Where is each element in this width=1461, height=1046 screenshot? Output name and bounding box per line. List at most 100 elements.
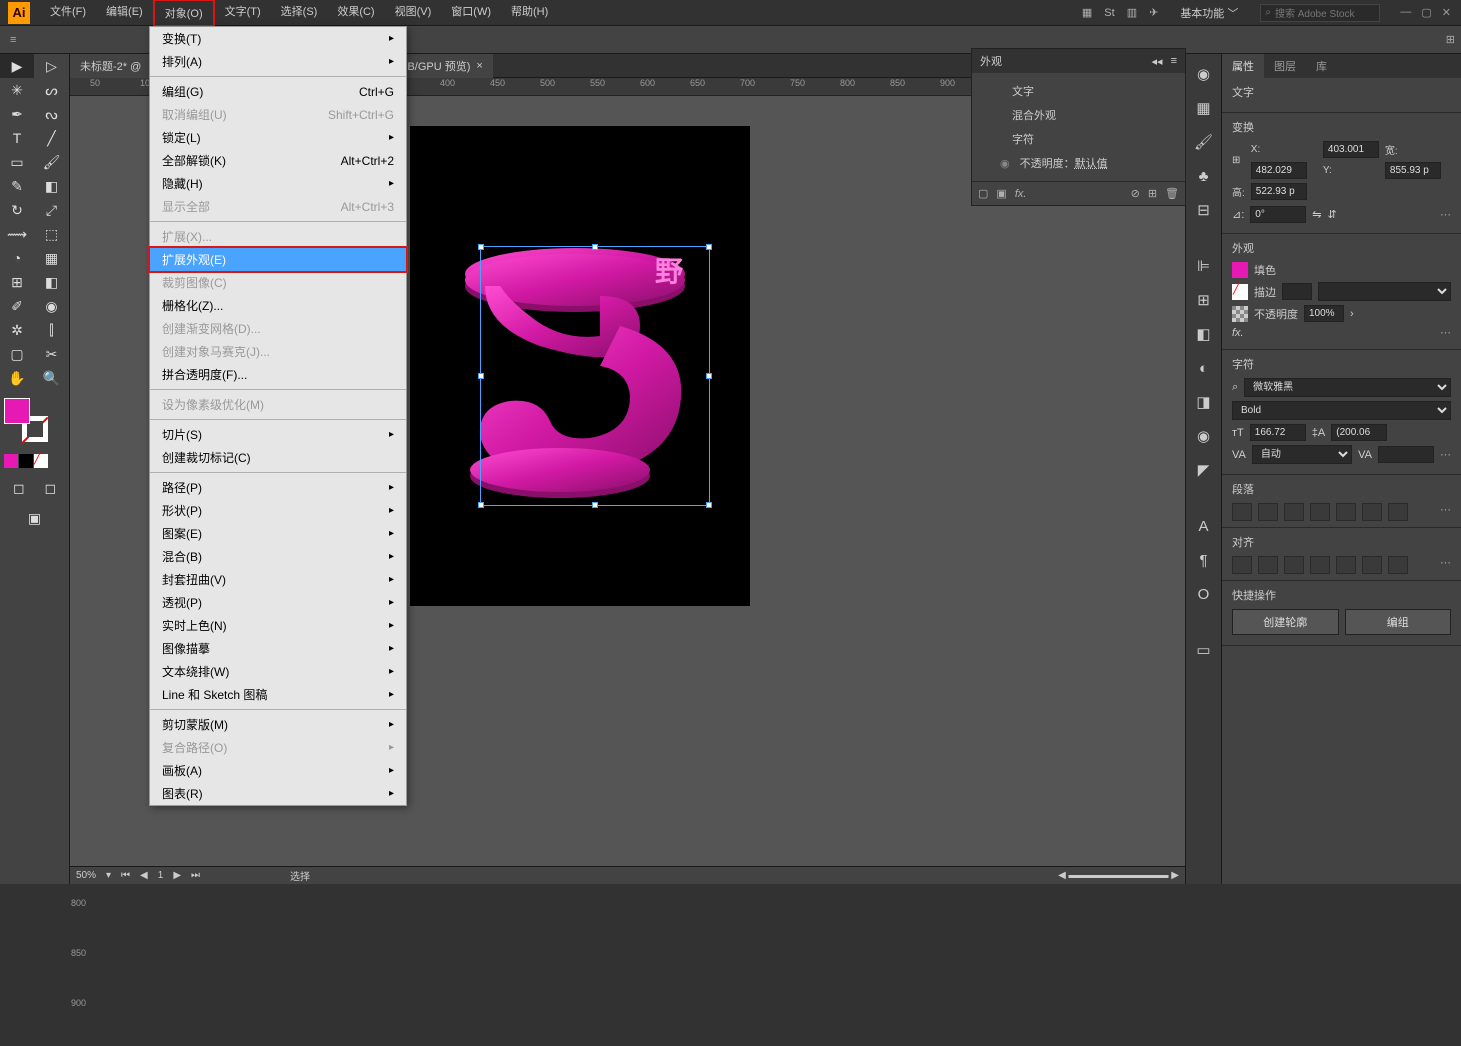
align-v-top-icon[interactable] [1310, 556, 1330, 574]
curvature-tool[interactable]: ᔓ [35, 102, 69, 126]
align-dock-icon[interactable]: ⊫ [1194, 256, 1214, 276]
font-weight-select[interactable]: Bold [1232, 401, 1451, 420]
stroke-weight-input[interactable] [1282, 283, 1312, 300]
brushes-icon[interactable]: 🖌 [1194, 132, 1214, 152]
opacity-input[interactable] [1304, 305, 1344, 322]
tracking-input[interactable] [1378, 446, 1434, 463]
appearance-row[interactable]: 字符 [972, 127, 1185, 151]
menu-item-画板a[interactable]: 画板(A)▸ [150, 759, 406, 782]
nav-prev-icon[interactable]: ◀ [140, 870, 148, 881]
reference-point-icon[interactable]: ⊞ [1232, 155, 1245, 166]
menu-文件[interactable]: 文件(F) [40, 0, 96, 27]
fill-swatch[interactable] [4, 398, 30, 424]
color-icon[interactable]: ◉ [1194, 64, 1214, 84]
menu-item-变换t[interactable]: 变换(T)▸ [150, 27, 406, 50]
height-input[interactable] [1251, 183, 1307, 200]
align-right-icon[interactable] [1284, 503, 1304, 521]
transparency-icon[interactable]: ◨ [1194, 392, 1214, 412]
workspace-switcher[interactable]: 基本功能 ﹀ [1170, 2, 1248, 24]
eraser-tool[interactable]: ◧ [35, 174, 69, 198]
distribute-icon[interactable] [1388, 556, 1408, 574]
tab-libraries[interactable]: 库 [1306, 54, 1337, 78]
justify-right-icon[interactable] [1362, 503, 1382, 521]
character-icon[interactable]: A [1194, 516, 1214, 536]
font-size-input[interactable] [1250, 424, 1306, 441]
menu-效果[interactable]: 效果(C) [327, 0, 384, 27]
close-icon[interactable]: ✕ [1442, 6, 1451, 19]
menu-item-扩展外观e[interactable]: 扩展外观(E) [148, 246, 408, 273]
selection-bounds[interactable] [480, 246, 710, 506]
duplicate-icon[interactable]: ⊞ [1148, 187, 1157, 200]
lasso-tool[interactable]: ᔕ [35, 78, 69, 102]
rotate-tool[interactable]: ↻ [0, 198, 34, 222]
screen-mode-icon[interactable]: ▣ [18, 506, 52, 530]
maximize-icon[interactable]: ▢ [1421, 6, 1431, 19]
more-icon[interactable]: ⋯ [1440, 503, 1451, 521]
swatches-icon[interactable]: ▦ [1194, 98, 1214, 118]
menu-对象[interactable]: 对象(O) [153, 0, 215, 27]
menu-选择[interactable]: 选择(S) [271, 0, 328, 27]
gradient-tool[interactable]: ◧ [35, 270, 69, 294]
draw-normal-icon[interactable]: ◻ [4, 476, 34, 500]
fx-label[interactable]: fx. [1232, 327, 1244, 339]
tab-close-icon[interactable]: × [476, 60, 482, 72]
more-icon[interactable]: ⋯ [1440, 448, 1451, 461]
shaper-tool[interactable]: ✎ [0, 174, 34, 198]
gpu-icon[interactable]: ✈ [1149, 6, 1158, 19]
fx-icon[interactable]: fx. [1015, 188, 1027, 200]
stock-icon[interactable]: St [1104, 7, 1114, 19]
justify-all-icon[interactable] [1388, 503, 1408, 521]
flip-v-icon[interactable]: ⇵ [1328, 208, 1337, 221]
color-mode-icon[interactable] [4, 454, 18, 468]
align-h-right-icon[interactable] [1284, 556, 1304, 574]
delete-icon[interactable]: 🗑 [1165, 187, 1179, 200]
font-family-select[interactable]: 微软雅黑 [1244, 378, 1451, 397]
more-icon[interactable]: ⋯ [1440, 208, 1451, 221]
menu-item-剪切蒙版m[interactable]: 剪切蒙版(M)▸ [150, 713, 406, 736]
column-graph-tool[interactable]: ⫿ [35, 318, 69, 342]
align-h-center-icon[interactable] [1258, 556, 1278, 574]
symbol-sprayer-tool[interactable]: ✲ [0, 318, 34, 342]
width-tool[interactable]: ⟿ [0, 222, 34, 246]
hand-tool[interactable]: ✋ [0, 366, 34, 390]
align-v-bottom-icon[interactable] [1362, 556, 1382, 574]
control-menu-icon[interactable]: ≡ [10, 34, 16, 46]
stroke-color-swatch[interactable]: ╱ [1232, 284, 1248, 300]
blend-tool[interactable]: ◉ [35, 294, 69, 318]
menu-item-创建裁切标记c[interactable]: 创建裁切标记(C) [150, 446, 406, 469]
paragraph-icon[interactable]: ¶ [1194, 550, 1214, 570]
y-input[interactable] [1385, 162, 1441, 179]
tab-properties[interactable]: 属性 [1222, 54, 1264, 78]
bridge-icon[interactable]: ▦ [1082, 6, 1092, 19]
nav-last-icon[interactable]: ⏭ [191, 870, 200, 881]
menu-item-全部解锁k[interactable]: 全部解锁(K)Alt+Ctrl+2 [150, 149, 406, 172]
opentype-icon[interactable]: O [1194, 584, 1214, 604]
fill-stroke-swatch[interactable] [4, 398, 48, 442]
perspective-tool[interactable]: ▦ [35, 246, 69, 270]
zoom-tool[interactable]: 🔍 [35, 366, 69, 390]
align-h-left-icon[interactable] [1232, 556, 1252, 574]
menu-item-封套扭曲v[interactable]: 封套扭曲(V)▸ [150, 568, 406, 591]
gradient-dock-icon[interactable]: ◐ [1194, 358, 1214, 378]
appearance-row[interactable]: 文字 [972, 79, 1185, 103]
create-outlines-button[interactable]: 创建轮廓 [1232, 609, 1339, 635]
none-mode-icon[interactable]: ╱ [34, 454, 48, 468]
menu-item-排列a[interactable]: 排列(A)▸ [150, 50, 406, 73]
align-center-icon[interactable] [1258, 503, 1278, 521]
fill-color-swatch[interactable] [1232, 262, 1248, 278]
transform-dock-icon[interactable]: ⊞ [1194, 290, 1214, 310]
new-stroke-icon[interactable]: ▣ [996, 187, 1006, 200]
search-input[interactable]: ⌕搜索 Adobe Stock [1260, 4, 1380, 22]
align-v-middle-icon[interactable] [1336, 556, 1356, 574]
menu-item-图像描摹[interactable]: 图像描摹▸ [150, 637, 406, 660]
symbols-icon[interactable]: ♣ [1194, 166, 1214, 186]
new-fill-icon[interactable]: ▢ [978, 187, 988, 200]
group-button[interactable]: 编组 [1345, 609, 1452, 635]
menu-item-实时上色n[interactable]: 实时上色(N)▸ [150, 614, 406, 637]
artboard-tool[interactable]: ▢ [0, 342, 34, 366]
free-transform-tool[interactable]: ⬚ [35, 222, 69, 246]
align-left-icon[interactable] [1232, 503, 1252, 521]
gradient-mode-icon[interactable] [19, 454, 33, 468]
graphic-styles-icon[interactable]: ◤ [1194, 460, 1214, 480]
menu-item-编组g[interactable]: 编组(G)Ctrl+G [150, 80, 406, 103]
